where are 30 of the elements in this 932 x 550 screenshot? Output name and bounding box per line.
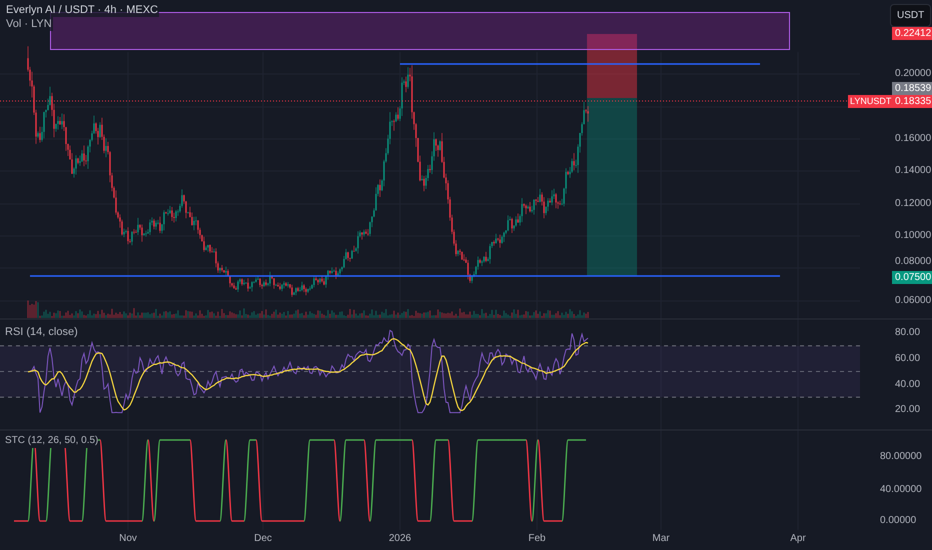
price-label: 0.22412: [892, 27, 932, 40]
price-axis-label: 0.06000: [895, 295, 932, 307]
time-axis-label: Nov: [119, 533, 137, 545]
price-axis-label: 0.08000: [895, 256, 932, 268]
price-label: 0.07500: [892, 271, 932, 284]
time-axis-label: Mar: [652, 533, 670, 545]
price-axis-label: 0.16000: [895, 133, 932, 145]
stc-title: STC (12, 26, 50, 0.5): [5, 433, 98, 448]
rsi-axis-label: 20.00: [895, 404, 920, 416]
chart-title: Everlyn AI / USDT · 4h · MEXC: [5, 3, 160, 17]
time-axis-label: Feb: [528, 533, 546, 545]
time-axis-label: Dec: [254, 533, 272, 545]
price-axis-label: 0.20000: [895, 68, 932, 80]
stc-axis-label: 0.00000: [880, 515, 916, 527]
rsi-axis-label: 60.00: [895, 353, 920, 365]
price-axis-label: 0.14000: [895, 165, 932, 177]
price-label: 0.18335: [892, 95, 932, 108]
time-axis-label: 2026: [388, 533, 412, 545]
rsi-axis-label: 80.00: [895, 327, 920, 339]
stc-axis-label: 40.00000: [880, 484, 922, 496]
rsi-axis-label: 40.00: [895, 379, 920, 391]
price-axis-label: 0.10000: [895, 230, 932, 242]
price-label: 0.18539: [892, 82, 932, 95]
volume-label: Vol · LYN: [5, 17, 53, 31]
price-axis-label: 0.12000: [895, 198, 932, 210]
time-axis-label: Apr: [790, 533, 806, 545]
symbol-label: LYNUSDT: [848, 95, 894, 108]
rsi-title: RSI (14, close): [5, 325, 78, 340]
currency-button[interactable]: USDT: [890, 4, 932, 27]
stc-axis-label: 80.00000: [880, 451, 922, 463]
